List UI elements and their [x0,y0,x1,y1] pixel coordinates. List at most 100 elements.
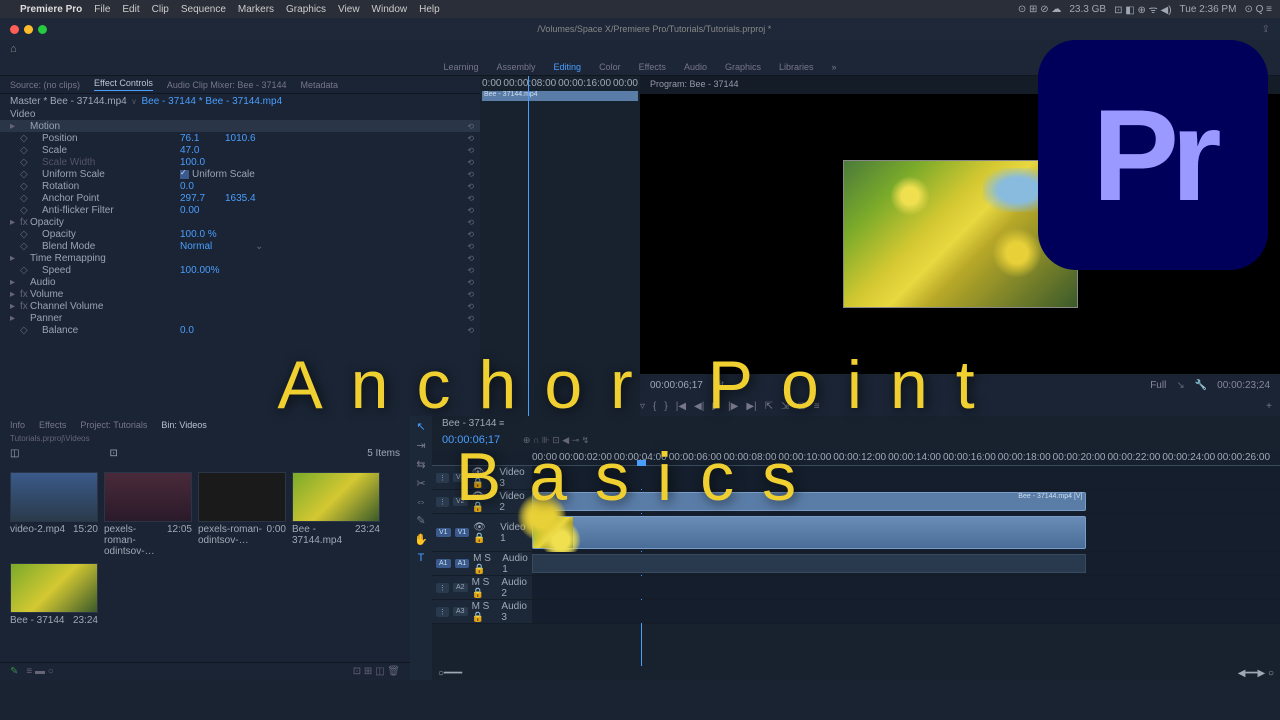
ws-graphics[interactable]: Graphics [725,62,761,72]
bin-path[interactable]: Tutorials.prproj\Videos [0,434,410,448]
ec-row-anti-flicker-filter[interactable]: ◇Anti-flicker Filter0.00⟲ [0,204,480,216]
type-tool-icon[interactable]: T [418,552,425,564]
app-name[interactable]: Premiere Pro [20,4,82,15]
list-view-icon[interactable]: ≡ ▬ ○ [26,666,53,677]
tab-metadata[interactable]: Metadata [300,80,338,90]
ws-assembly[interactable]: Assembly [497,62,536,72]
tab-audio-mixer[interactable]: Audio Clip Mixer: Bee - 37144 [167,80,287,90]
add-marker-icon[interactable]: ▿ [640,401,645,412]
menu-markers[interactable]: Markers [238,4,274,15]
comparison-icon[interactable]: ≡ [814,401,820,412]
menu-clip[interactable]: Clip [152,4,169,15]
timeline-timecode[interactable]: 00:00:06;17 [442,434,500,446]
ec-row-volume[interactable]: ▸fxVolume⟲ [0,288,480,300]
clip-v1[interactable] [532,516,1086,549]
clock[interactable]: Tue 2:36 PM [1180,4,1237,15]
step-fwd-icon[interactable]: |▶ [728,401,738,412]
ec-row-rotation[interactable]: ◇Rotation0.0⟲ [0,180,480,192]
step-back-icon[interactable]: ◀| [694,401,704,412]
clip-v2[interactable]: Bee - 37144.mp4 [V] [532,492,1086,511]
ec-mini-timeline[interactable]: 0:0000:00:08:0000:00:16:0000:00 Bee - 37… [480,76,640,416]
freeform-icon[interactable]: ✎ [10,666,18,677]
menu-window[interactable]: Window [372,4,408,15]
ws-effects[interactable]: Effects [639,62,666,72]
bin-thumb-3[interactable]: Bee - 37144.mp423:24 [292,472,380,557]
ripple-tool-icon[interactable]: ⇆ [416,458,425,471]
tl-scroll[interactable]: ◀━━▶ ○ [1238,668,1274,679]
tl-options[interactable]: ⊕ ∩ ⊪ ⊡ ◀ ⊸ ↯ [523,435,589,445]
menu-help[interactable]: Help [419,4,440,15]
ec-playhead[interactable] [528,76,529,416]
home-icon[interactable]: ⌂ [10,43,17,55]
ws-libraries[interactable]: Libraries [779,62,814,72]
mark-in-icon[interactable]: { [653,401,656,412]
storage-indicator[interactable]: 23.3 GB [1069,4,1106,15]
tab-source[interactable]: Source: (no clips) [10,80,80,90]
go-in-icon[interactable]: |◀ [676,401,686,412]
ec-row-anchor-point[interactable]: ◇Anchor Point297.71635.4⟲ [0,192,480,204]
traffic-lights[interactable] [0,25,47,34]
selection-tool-icon[interactable]: ↖ [416,420,425,433]
ec-row-position[interactable]: ◇Position76.11010.6⟲ [0,132,480,144]
ec-row-channel-volume[interactable]: ▸fxChannel Volume⟲ [0,300,480,312]
menu-file[interactable]: File [94,4,110,15]
bin-thumb-4[interactable]: Bee - 3714423:24 [10,563,98,626]
ec-row-opacity[interactable]: ◇Opacity100.0 %⟲ [0,228,480,240]
ws-editing[interactable]: Editing [554,62,582,72]
menu-view[interactable]: View [338,4,360,15]
bin-thumb-0[interactable]: video-2.mp415:20 [10,472,98,557]
sequence-name[interactable]: Bee - 37144 [442,418,497,429]
share-icon[interactable]: ⇪ [1262,24,1280,35]
program-timecode[interactable]: 00:00:06;17 [650,380,703,391]
tab-project[interactable]: Project: Tutorials [80,420,147,430]
tab-bin[interactable]: Bin: Videos [161,420,206,430]
clip-a1[interactable] [532,554,1086,573]
spotlight-icon[interactable]: ⊙ Q ≡ [1244,4,1272,15]
bin-thumb-1[interactable]: pexels-roman-odintsov-…12:05 [104,472,192,557]
slip-tool-icon[interactable]: ⇔ [416,496,427,508]
status-icons-2[interactable]: ⊡ ◧ ⊕ ᯤ ◀) [1114,2,1171,16]
button-editor-icon[interactable]: + [1266,401,1272,412]
ec-row-motion[interactable]: ▸Motion⟲ [0,120,480,132]
program-res[interactable]: Full [1150,380,1166,391]
ws-learning[interactable]: Learning [443,62,478,72]
ec-row-opacity[interactable]: ▸fxOpacity⟲ [0,216,480,228]
tab-effect-controls[interactable]: Effect Controls [94,78,153,91]
ec-row-audio[interactable]: ▸Audio⟲ [0,276,480,288]
track-select-tool-icon[interactable]: ⇥ [416,439,425,452]
program-zoom-fit[interactable]: Fit [713,380,724,391]
ec-row-speed[interactable]: ◇Speed100.00%⟲ [0,264,480,276]
export-frame-icon[interactable]: ⊡ [797,401,805,412]
play-icon[interactable]: ▶ [712,401,720,412]
wrench-icon[interactable]: 🔧 [1195,380,1207,391]
tl-zoom-slider[interactable]: ○━━━ [438,668,462,679]
ec-row-balance[interactable]: ◇Balance0.0⟲ [0,324,480,336]
tab-effects[interactable]: Effects [39,420,66,430]
tab-info[interactable]: Info [10,420,25,430]
mark-out-icon[interactable]: } [664,401,667,412]
hand-tool-icon[interactable]: ✋ [414,533,428,546]
bin-thumb-2[interactable]: pexels-roman-odintsov-…0:00 [198,472,286,557]
razor-tool-icon[interactable]: ✂ [416,477,425,490]
ws-overflow[interactable]: » [832,62,837,72]
bin-search-icon[interactable]: ⊡ [109,448,117,466]
ec-row-uniform-scale[interactable]: ◇Uniform ScaleUniform Scale⟲ [0,168,480,180]
go-out-icon[interactable]: ▶| [746,401,756,412]
ec-row-blend-mode[interactable]: ◇Blend ModeNormal⌄⟲ [0,240,480,252]
timeline-ruler[interactable]: 00:0000:00:02:0000:00:04:0000:00:06:0000… [432,450,1280,466]
ec-row-panner[interactable]: ▸Panner⟲ [0,312,480,324]
ec-row-scale[interactable]: ◇Scale47.0⟲ [0,144,480,156]
status-icons[interactable]: ⊙ ⊞ ⊘ ☁ [1018,4,1061,15]
lift-icon[interactable]: ⇱ [765,401,773,412]
pen-tool-icon[interactable]: ✎ [416,514,425,527]
ws-audio[interactable]: Audio [684,62,707,72]
menu-sequence[interactable]: Sequence [181,4,226,15]
ws-color[interactable]: Color [599,62,621,72]
menu-graphics[interactable]: Graphics [286,4,326,15]
ec-row-time-remapping[interactable]: ▸Time Remapping⟲ [0,252,480,264]
menu-edit[interactable]: Edit [122,4,139,15]
new-bin-icon[interactable]: ⊡ ⊞ ◫ 🗑 [353,666,400,677]
extract-icon[interactable]: ⇲ [781,401,789,412]
bin-filter-icon[interactable]: ◫ [10,448,19,466]
ec-row-scale-width[interactable]: ◇Scale Width100.0⟲ [0,156,480,168]
